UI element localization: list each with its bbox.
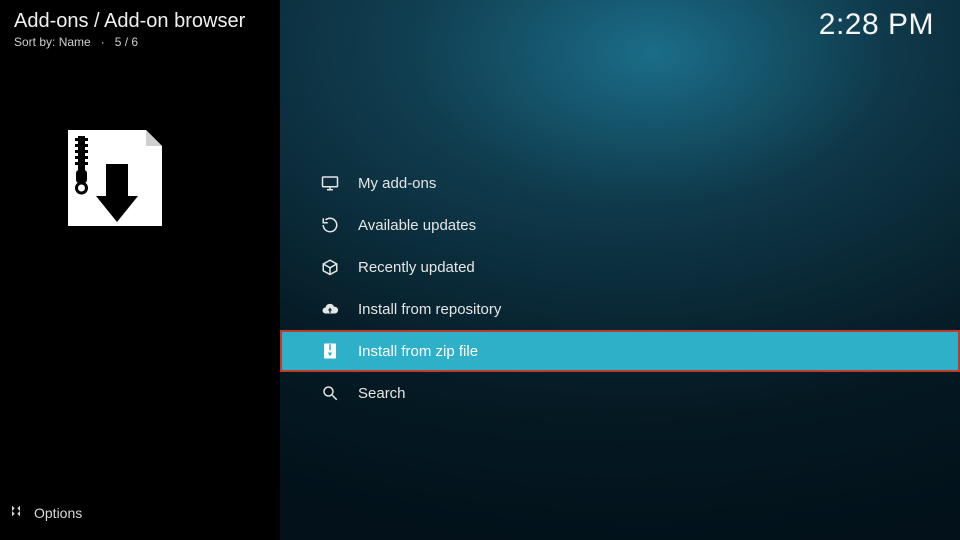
menu-item-label: Install from zip file — [358, 343, 478, 360]
options-button[interactable]: Options — [8, 503, 82, 522]
menu-item-available-updates[interactable]: Available updates — [280, 204, 960, 246]
monitor-icon — [320, 173, 340, 193]
sort-prefix: Sort by: — [14, 35, 55, 49]
list-position: 5 / 6 — [115, 35, 138, 49]
box-icon — [320, 257, 340, 277]
cloud-icon — [320, 299, 340, 319]
refresh-icon — [320, 215, 340, 235]
sort-value: Name — [59, 35, 91, 49]
sort-status-line: Sort by: Name · 5 / 6 — [0, 33, 280, 49]
menu-item-my-addons[interactable]: My add-ons — [280, 162, 960, 204]
menu-item-install-from-repository[interactable]: Install from repository — [280, 288, 960, 330]
zip-download-icon — [50, 130, 180, 240]
menu-item-label: Recently updated — [358, 259, 475, 276]
options-icon — [8, 503, 24, 522]
options-label: Options — [34, 505, 82, 521]
breadcrumb: Add-ons / Add-on browser — [0, 0, 280, 33]
menu-item-search[interactable]: Search — [280, 372, 960, 414]
menu-item-recently-updated[interactable]: Recently updated — [280, 246, 960, 288]
menu-item-label: My add-ons — [358, 175, 436, 192]
clock: 2:28 PM — [819, 8, 934, 42]
search-icon — [320, 383, 340, 403]
menu-item-label: Install from repository — [358, 301, 501, 318]
addon-menu: My add-ons Available updates Recently up… — [280, 162, 960, 414]
menu-item-install-from-zip[interactable]: Install from zip file — [280, 330, 960, 372]
zip-icon — [320, 341, 340, 361]
app-root: Add-ons / Add-on browser Sort by: Name ·… — [0, 0, 960, 540]
sidebar-panel: Add-ons / Add-on browser Sort by: Name ·… — [0, 0, 280, 540]
menu-item-label: Available updates — [358, 217, 476, 234]
main-panel: 2:28 PM My add-ons Available updates — [280, 0, 960, 540]
menu-item-label: Search — [358, 385, 406, 402]
